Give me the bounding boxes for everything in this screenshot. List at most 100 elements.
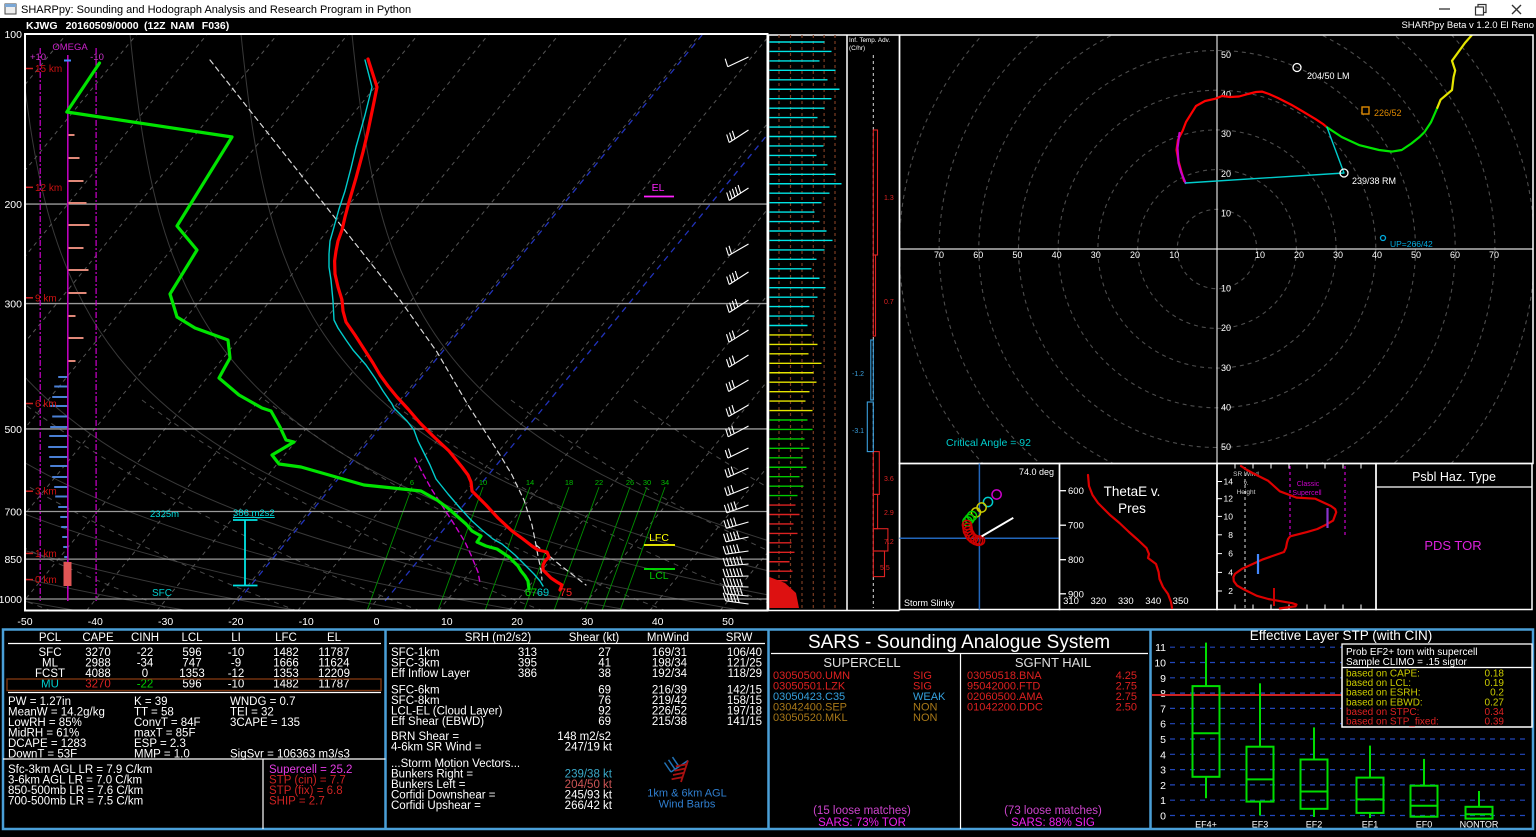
svg-text:320: 320 [1090, 596, 1106, 607]
svg-text:386 m2s2: 386 m2s2 [233, 508, 275, 519]
svg-text:700: 700 [1068, 521, 1084, 532]
svg-text:10: 10 [441, 616, 453, 628]
svg-text:60: 60 [973, 250, 983, 260]
svg-text:30: 30 [1333, 250, 1343, 260]
svg-text:SRH (m2/s2): SRH (m2/s2) [465, 632, 532, 644]
svg-text:LI: LI [231, 632, 241, 644]
svg-text:3270: 3270 [85, 679, 111, 691]
svg-text:based on STP_fixed:: based on STP_fixed: [1346, 717, 1439, 728]
svg-text:30: 30 [1091, 250, 1101, 260]
svg-text:10: 10 [1169, 250, 1179, 260]
svg-text:-20: -20 [228, 616, 243, 628]
svg-text:0 km: 0 km [35, 575, 57, 586]
svg-text:+10: +10 [30, 52, 46, 63]
svg-text:38: 38 [598, 668, 611, 680]
svg-text:v.: v. [1244, 480, 1249, 487]
svg-text:1000: 1000 [0, 594, 22, 606]
svg-text:700: 700 [4, 506, 22, 518]
svg-text:50: 50 [1012, 250, 1022, 260]
svg-text:100: 100 [4, 29, 22, 41]
svg-text:Supercell: Supercell [1292, 490, 1322, 497]
svg-text:EL: EL [652, 182, 665, 194]
svg-text:2.9: 2.9 [884, 510, 894, 517]
svg-text:1.3: 1.3 [884, 195, 894, 202]
svg-text:226/52: 226/52 [1374, 108, 1402, 118]
svg-text:10: 10 [1255, 250, 1265, 260]
svg-text:215/38: 215/38 [652, 716, 687, 728]
svg-text:SUPERCELL: SUPERCELL [823, 655, 900, 670]
svg-text:30: 30 [1221, 363, 1231, 373]
svg-text:70: 70 [1489, 250, 1499, 260]
svg-text:500: 500 [4, 424, 22, 436]
svg-text:350: 350 [1173, 596, 1189, 607]
svg-text:20: 20 [1221, 323, 1231, 333]
svg-text:40: 40 [1372, 250, 1382, 260]
svg-text:40: 40 [1221, 90, 1231, 100]
svg-text:SHARPpy Beta v 1.2.0 El Reno: SHARPpy Beta v 1.2.0 El Reno [1401, 20, 1534, 31]
svg-text:4: 4 [1228, 567, 1233, 577]
svg-text:-10: -10 [90, 52, 104, 63]
svg-text:03050520.MKL: 03050520.MKL [773, 712, 848, 724]
svg-text:SFC: SFC [152, 588, 172, 599]
svg-text:118/29: 118/29 [728, 668, 762, 680]
svg-text:8: 8 [1228, 530, 1233, 540]
svg-text:EF2: EF2 [1306, 820, 1323, 830]
svg-text:EF3: EF3 [1252, 820, 1269, 830]
svg-text:01042200.DDC: 01042200.DDC [967, 702, 1043, 714]
svg-text:7.2: 7.2 [884, 539, 894, 546]
svg-text:Sample CLIMO = .15 sigtor: Sample CLIMO = .15 sigtor [1346, 657, 1468, 668]
svg-text:69: 69 [537, 587, 549, 599]
svg-text:14: 14 [1224, 477, 1234, 487]
svg-text:3: 3 [1160, 765, 1166, 777]
svg-text:Critical Angle = 92: Critical Angle = 92 [946, 437, 1031, 449]
svg-text:239/38 RM: 239/38 RM [1352, 176, 1396, 186]
svg-text:Shear (kt): Shear (kt) [569, 632, 620, 644]
svg-text:192/34: 192/34 [652, 668, 688, 680]
svg-text:40: 40 [1221, 402, 1231, 412]
svg-text:CAPE: CAPE [82, 632, 114, 644]
svg-text:-22: -22 [137, 679, 154, 691]
svg-text:(73 loose matches): (73 loose matches) [1004, 805, 1102, 817]
svg-text:NONTOR: NONTOR [1460, 820, 1499, 830]
svg-text:600: 600 [1068, 486, 1084, 497]
svg-text:30: 30 [582, 616, 594, 628]
svg-text:3.6: 3.6 [884, 476, 894, 483]
svg-text:14: 14 [526, 478, 534, 487]
svg-text:700-500mb LR = 7.5 C/km: 700-500mb LR = 7.5 C/km [8, 796, 143, 808]
svg-text:SRW: SRW [726, 632, 753, 644]
svg-text:1 km: 1 km [35, 549, 57, 560]
svg-text:EF0: EF0 [1416, 820, 1433, 830]
svg-text:EF4+: EF4+ [1195, 820, 1217, 830]
svg-text:70: 70 [934, 250, 944, 260]
svg-text:-3.1: -3.1 [852, 428, 864, 435]
svg-text:20: 20 [511, 616, 523, 628]
svg-text:SHIP = 2.7: SHIP = 2.7 [269, 796, 325, 808]
svg-text:Wind Barbs: Wind Barbs [659, 799, 716, 811]
svg-text:SARS: 73% TOR: SARS: 73% TOR [818, 817, 906, 829]
svg-text:9: 9 [1160, 673, 1166, 685]
svg-text:800: 800 [1068, 555, 1084, 566]
svg-text:6: 6 [410, 478, 414, 487]
svg-text:Classic: Classic [1297, 481, 1320, 488]
svg-text:2325m: 2325m [150, 509, 179, 520]
svg-text:20: 20 [1294, 250, 1304, 260]
svg-text:EL: EL [327, 632, 342, 644]
svg-text:67: 67 [525, 587, 537, 599]
svg-text:26: 26 [626, 478, 634, 487]
svg-text:30: 30 [1221, 129, 1231, 139]
svg-text:0.7: 0.7 [884, 299, 894, 306]
svg-text:UP=266/42: UP=266/42 [1390, 239, 1433, 249]
svg-text:0: 0 [374, 616, 380, 628]
svg-text:OMEGA: OMEGA [52, 42, 88, 53]
svg-text:850: 850 [4, 554, 22, 566]
svg-text:20: 20 [1221, 169, 1231, 179]
svg-text:3 km: 3 km [35, 487, 57, 498]
svg-text:LCL: LCL [181, 632, 203, 644]
svg-text:330: 330 [1118, 596, 1134, 607]
svg-text:Corfidi Upshear =: Corfidi Upshear = [391, 800, 481, 812]
svg-text:3CAPE = 135: 3CAPE = 135 [230, 717, 300, 729]
svg-text:2: 2 [1160, 780, 1166, 792]
svg-text:0.39: 0.39 [1485, 717, 1505, 728]
svg-text:6: 6 [1228, 549, 1233, 559]
svg-text:10: 10 [1221, 208, 1231, 218]
